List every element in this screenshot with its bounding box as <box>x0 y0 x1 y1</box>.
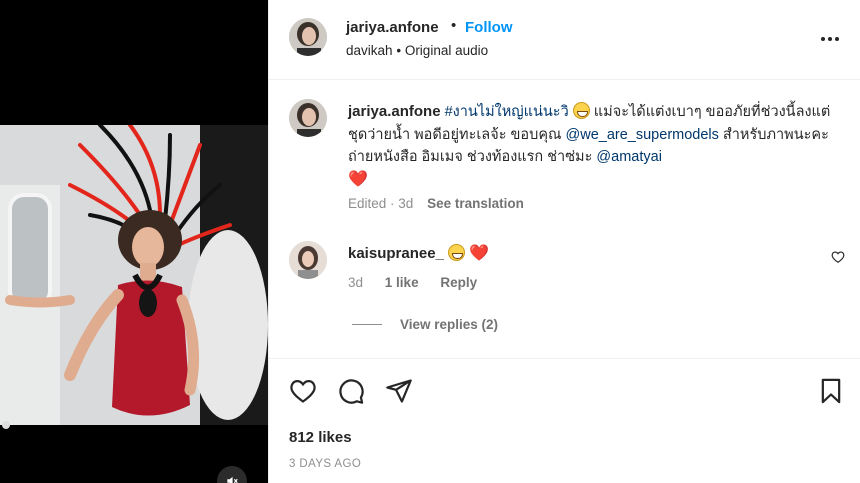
replies-divider-line <box>352 324 382 325</box>
video-progress-indicator[interactable] <box>2 421 10 429</box>
comment-like-count[interactable]: 1 like <box>385 275 419 290</box>
likes-count[interactable]: 812 likes <box>289 429 352 446</box>
heart-outline-icon <box>831 251 845 263</box>
caption-avatar-image <box>289 99 327 137</box>
mention-link[interactable]: @amatyai <box>596 149 662 165</box>
author-avatar-image <box>289 18 327 56</box>
edited-label: Edited · 3d <box>348 196 414 211</box>
commenter-avatar-image <box>289 241 327 279</box>
author-username[interactable]: jariya.anfone <box>346 19 439 36</box>
heart-icon <box>290 379 316 403</box>
audio-info: davikah • Original audio <box>346 43 488 58</box>
like-button[interactable] <box>289 377 317 410</box>
caption-username[interactable]: jariya.anfone <box>348 103 441 120</box>
grin-emoji-icon <box>572 102 590 119</box>
caption-hashtag[interactable]: #งานไม่ใหญ่แน่นะวิ <box>445 104 569 120</box>
share-button[interactable] <box>385 377 413 410</box>
photo-illustration <box>0 125 268 425</box>
more-dot-icon <box>821 37 825 41</box>
bookmark-icon <box>821 378 841 404</box>
more-dot-icon <box>828 37 832 41</box>
audio-user[interactable]: davikah <box>346 43 393 58</box>
comment-meta: 3d 1 like Reply <box>348 275 477 290</box>
caption-avatar[interactable] <box>289 99 327 137</box>
separator-dot: • <box>451 17 457 34</box>
see-translation-button[interactable]: See translation <box>427 196 524 211</box>
comment-reply-button[interactable]: Reply <box>440 275 477 290</box>
speaker-muted-icon <box>227 476 238 483</box>
caption-text: jariya.anfone #งานไม่ใหญ่แน่นะวิ แม่จะได… <box>348 101 848 191</box>
commenter-avatar[interactable] <box>289 241 327 279</box>
share-icon <box>386 379 412 403</box>
mention-link[interactable]: @we_are_supermodels <box>566 127 719 143</box>
comment-age: 3d <box>348 275 364 290</box>
caption-meta: Edited · 3d See translation <box>348 196 524 211</box>
mute-button[interactable] <box>217 466 247 483</box>
audio-label[interactable]: Original audio <box>405 43 488 58</box>
post-photo[interactable] <box>0 125 268 425</box>
post-panel: jariya.anfone • Follow davikah • Origina… <box>268 0 860 483</box>
grin-emoji-icon <box>448 244 466 261</box>
action-bar: 812 likes 3 DAYS AGO <box>269 358 860 483</box>
comment-text: kaisupranee_ ❤️ <box>348 243 489 263</box>
post-header: jariya.anfone • Follow davikah • Origina… <box>269 0 860 80</box>
more-options-button[interactable] <box>819 30 841 48</box>
more-dot-icon <box>835 37 839 41</box>
comment-button[interactable] <box>337 377 365 410</box>
commenter-username[interactable]: kaisupranee_ <box>348 245 444 262</box>
post-date[interactable]: 3 DAYS AGO <box>289 458 361 470</box>
view-replies-button[interactable]: View replies (2) <box>352 317 498 332</box>
audio-separator: • <box>396 43 402 58</box>
red-heart-emoji-icon: ❤️ <box>348 170 368 188</box>
comment-icon <box>339 379 364 404</box>
red-heart-emoji-icon: ❤️ <box>469 245 490 262</box>
save-button[interactable] <box>817 377 845 410</box>
author-avatar[interactable] <box>289 18 327 56</box>
follow-button[interactable]: Follow <box>465 19 513 36</box>
comment-like-button[interactable] <box>831 250 845 269</box>
post-media[interactable] <box>0 0 268 483</box>
view-replies-label: View replies (2) <box>400 317 499 332</box>
